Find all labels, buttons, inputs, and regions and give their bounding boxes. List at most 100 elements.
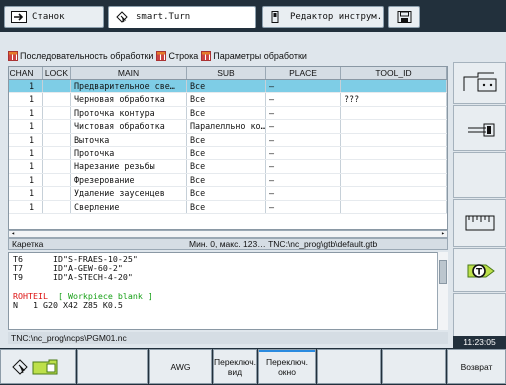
cell-lock (43, 93, 71, 106)
menu-sequence-label: Последовательность обработки (20, 51, 154, 61)
cell-place: – (266, 80, 341, 93)
table-row[interactable]: 1 Фрезерование Все – (9, 173, 447, 188)
cell-tool-id (341, 187, 447, 200)
cell-lock (43, 106, 71, 120)
menu-sequence[interactable]: Последовательность обработки (8, 51, 153, 61)
save-disk-icon (397, 11, 413, 23)
program-line: T9 ID"A-STECH-4-20" (13, 272, 133, 283)
col-chan[interactable]: CHAN (9, 67, 43, 79)
table-row[interactable]: 1 Черновая обработка Все – ??? (9, 93, 447, 107)
program-vertical-scrollbar[interactable] (437, 252, 448, 330)
tool-turret-icon: T (467, 264, 495, 278)
cell-lock (43, 133, 71, 146)
scroll-right-icon[interactable]: ▸ (439, 231, 447, 237)
cell-chan: 1 (9, 160, 43, 173)
softkey-empty-4[interactable] (317, 349, 381, 384)
table-row[interactable]: 1 Выточка Все – (9, 133, 447, 147)
table-row[interactable]: 1 Нарезание резьбы Все – (9, 160, 447, 174)
workpiece-contour-icon (463, 72, 497, 92)
softkey-tool-select[interactable]: T (453, 248, 506, 292)
cell-lock (43, 146, 71, 160)
col-place[interactable]: PLACE (266, 67, 341, 79)
col-lock[interactable]: LOCK (43, 67, 71, 79)
table-horizontal-scrollbar[interactable]: ◂ ▸ (8, 230, 448, 238)
col-main[interactable]: MAIN (71, 67, 187, 79)
table-row[interactable]: 1 Чистовая обработка Паралелльно ко… – (9, 120, 447, 134)
menu-params[interactable]: Параметры обработки (201, 51, 307, 61)
cell-chan: 1 (9, 187, 43, 200)
cell-lock (43, 200, 71, 213)
softkey-smart-turn[interactable] (0, 349, 76, 384)
program-line: N 1 G20 X42 Z85 K0.5 (13, 299, 123, 310)
softkey-empty-1[interactable] (453, 152, 506, 198)
col-tool-id[interactable]: TOOL_ID (341, 67, 447, 79)
cell-place: – (266, 120, 341, 133)
table-icon (201, 51, 212, 61)
softkey-switch-window[interactable]: Переключ. окно (258, 349, 316, 384)
cell-tool-id (341, 160, 447, 173)
cell-main: Черновая обработка (71, 93, 187, 106)
svg-text:T: T (476, 268, 483, 278)
softkey-back[interactable]: Возврат (447, 349, 506, 384)
cell-lock (43, 80, 71, 93)
cell-place: – (266, 173, 341, 187)
table-row[interactable]: 1 Удаление заусенцев Все – (9, 187, 447, 201)
menu-row-label: Строка (168, 51, 199, 61)
table-row[interactable]: 1 Предварительное све… Все – (9, 80, 447, 94)
cell-lock (43, 187, 71, 200)
vertical-softkey-bar: T (453, 62, 506, 337)
softkey-switch-view[interactable]: Переключ. вид (213, 349, 257, 384)
tab-machine[interactable]: Станок (4, 6, 104, 28)
horizontal-softkey-bar: AWG Переключ. вид Переключ. окно Возврат (0, 348, 506, 385)
machining-sequence-table[interactable]: CHAN LOCK MAIN SUB PLACE TOOL_ID 1 Предв… (8, 66, 448, 230)
cell-main: Нарезание резьбы (71, 160, 187, 173)
table-row[interactable]: 1 Проточка Все – (9, 146, 447, 161)
cell-main: Сверление (71, 200, 187, 213)
tab-smart-turn[interactable]: smart.Turn (108, 6, 256, 28)
table-row[interactable]: 1 Сверление Все – (9, 200, 447, 214)
top-tab-bar: Станок smart.Turn Редактор инструм. (0, 0, 506, 32)
col-sub[interactable]: SUB (187, 67, 266, 79)
tool-editor-icon (269, 11, 285, 23)
cell-place: – (266, 187, 341, 200)
nc-program-window[interactable]: T6 ID"S-FRAES-10-25" T7 ID"A-GEW-60-2" T9 … (8, 252, 448, 330)
info-range-path: Мин. 0, макс. 123… TNC:\nc_prog\gtb\defa… (189, 239, 378, 249)
tab-save[interactable] (388, 6, 420, 28)
softkey-empty-5[interactable] (382, 349, 446, 384)
softkey-scale-view[interactable] (453, 199, 506, 247)
menu-row[interactable]: Строка (156, 51, 198, 61)
cell-main: Удаление заусенцев (71, 187, 187, 200)
softkey-awg[interactable]: AWG (149, 349, 212, 384)
softkey-empty-3[interactable] (77, 349, 148, 384)
cell-tool-id (341, 133, 447, 146)
cell-place: – (266, 133, 341, 146)
cell-tool-id (341, 80, 447, 93)
cell-main: Проточка контура (71, 106, 187, 120)
cell-sub: Все (187, 106, 266, 120)
tab-smart-turn-label: smart.Turn (136, 11, 191, 22)
cell-chan: 1 (9, 120, 43, 133)
info-bar: Каретка Мин. 0, макс. 123… TNC:\nc_prog\… (8, 238, 448, 250)
scroll-left-icon[interactable]: ◂ (9, 231, 17, 237)
softkey-tool-view[interactable] (453, 105, 506, 151)
sequence-toolbar: Последовательность обработки Строка Пара… (8, 49, 310, 63)
scroll-thumb[interactable] (439, 260, 447, 284)
cell-chan: 1 (9, 173, 43, 187)
clock: 11:23:05 (453, 336, 506, 348)
cell-chan: 1 (9, 106, 43, 120)
cell-sub: Все (187, 133, 266, 146)
cell-chan: 1 (9, 80, 43, 93)
menu-params-label: Параметры обработки (213, 51, 307, 61)
cell-sub: Все (187, 160, 266, 173)
softkey-workpiece-view[interactable] (453, 62, 506, 104)
cell-main: Фрезерование (71, 173, 187, 187)
table-row[interactable]: 1 Проточка контура Все – (9, 106, 447, 121)
cell-main: Предварительное све… (71, 80, 187, 93)
cell-chan: 1 (9, 200, 43, 213)
cell-place: – (266, 106, 341, 120)
cell-lock (43, 160, 71, 173)
tab-tool-editor[interactable]: Редактор инструм. (262, 6, 384, 28)
cell-sub: Все (187, 200, 266, 213)
softkey-empty-2[interactable] (453, 293, 506, 337)
scale-ruler-icon (465, 215, 495, 231)
